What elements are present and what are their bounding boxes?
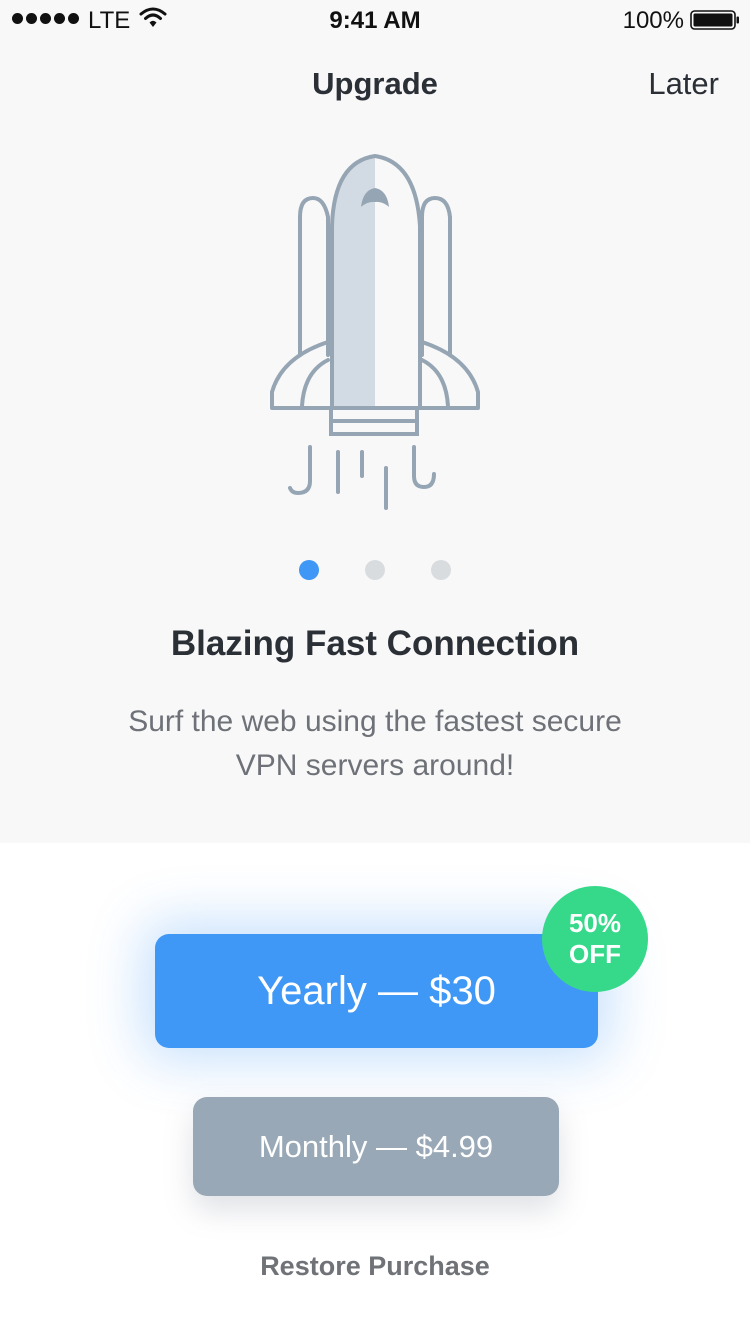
status-bar: LTE 9:41 AM 100% bbox=[0, 0, 750, 40]
page-dot-2[interactable] bbox=[365, 560, 385, 580]
page-dot-3[interactable] bbox=[431, 560, 451, 580]
rocket-icon bbox=[270, 154, 480, 510]
page-indicator bbox=[0, 560, 750, 580]
monthly-plan-button[interactable]: Monthly — $4.99 bbox=[193, 1097, 559, 1196]
discount-badge-percent: 50% bbox=[568, 908, 622, 938]
page-title: Upgrade bbox=[312, 66, 438, 101]
discount-badge: 50% OFF bbox=[542, 886, 648, 992]
feature-subtitle: Surf the web using the fastest secure VP… bbox=[128, 705, 622, 782]
battery-icon bbox=[690, 10, 739, 30]
page-dot-1[interactable] bbox=[299, 560, 319, 580]
discount-badge-off: OFF bbox=[569, 939, 621, 969]
monthly-plan-label: Monthly — $4.99 bbox=[258, 1128, 494, 1164]
battery-percentage: 100% bbox=[622, 7, 684, 34]
later-button[interactable]: Later bbox=[648, 66, 719, 102]
restore-purchase-link[interactable]: Restore Purchase bbox=[0, 1251, 750, 1282]
feature-headline: Blazing Fast Connection bbox=[170, 624, 580, 663]
yearly-plan-label: Yearly — $30 bbox=[257, 968, 496, 1013]
yearly-plan-button[interactable]: Yearly — $30 bbox=[155, 934, 598, 1048]
